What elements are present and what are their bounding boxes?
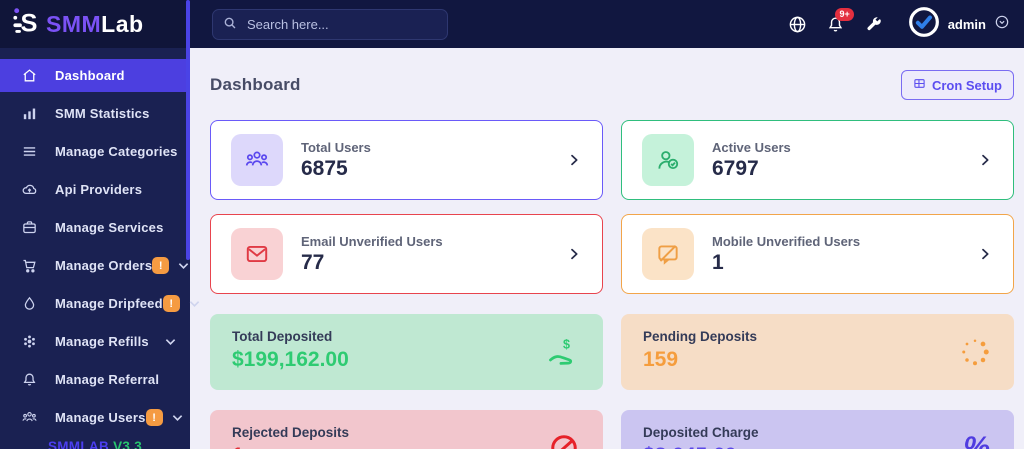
sidebar-item-manage-services[interactable]: Manage Services (0, 211, 190, 244)
smmlab-logo-icon: S (12, 5, 44, 44)
bell-icon (20, 371, 38, 388)
prohibition-icon (549, 433, 579, 449)
summary-label: Rejected Deposits (232, 425, 350, 440)
sidebar-item-label: Manage Refills (55, 334, 149, 349)
sidebar-item-manage-users[interactable]: Manage Users ! (0, 401, 190, 434)
hand-dollar-icon: $ (547, 337, 579, 367)
chevron-right-icon[interactable] (566, 152, 582, 168)
list-icon (20, 143, 38, 160)
tools-wrench-icon[interactable] (864, 15, 883, 34)
summary-label: Deposited Charge (643, 425, 759, 440)
alert-badge: ! (152, 257, 170, 274)
sidebar-item-manage-referral[interactable]: Manage Referral (0, 363, 190, 396)
user-check-icon (642, 134, 694, 186)
stat-value: 6797 (712, 156, 759, 180)
email-unverified-users-card[interactable]: Email Unverified Users 77 (210, 214, 603, 294)
chevron-down-icon (165, 333, 176, 351)
avatar (908, 6, 940, 43)
total-users-card[interactable]: Total Users 6875 (210, 120, 603, 200)
summary-label: Pending Deposits (643, 329, 758, 344)
cron-setup-button[interactable]: Cron Setup (900, 70, 1014, 100)
brand-logo[interactable]: S SMMLab (0, 0, 190, 48)
alert-badge: ! (145, 409, 163, 426)
stat-value: 1 (712, 250, 724, 274)
stat-label: Email Unverified Users (301, 233, 443, 249)
users-icon (20, 409, 38, 426)
summary-value: $8,045.60 (643, 444, 992, 449)
sidebar-item-manage-refills[interactable]: Manage Refills (0, 325, 190, 358)
sidebar-item-smm-statistics[interactable]: SMM Statistics (0, 97, 190, 130)
rejected-deposits-card: Rejected Deposits 1 (210, 410, 603, 449)
sidebar-item-label: SMM Statistics (55, 106, 150, 121)
search-input[interactable] (212, 8, 448, 40)
main-content: Dashboard Cron Setup Total Users 6875 Ac… (190, 48, 1024, 449)
envelope-icon (231, 228, 283, 280)
sidebar-item-label: Manage Orders (55, 258, 153, 273)
notifications-bell-icon[interactable]: 9+ (826, 7, 854, 34)
total-deposited-card: Total Deposited $199,162.00 $ (210, 314, 603, 390)
home-icon (20, 67, 38, 84)
sidebar-item-manage-categories[interactable]: Manage Categories (0, 135, 190, 168)
notification-count-badge: 9+ (835, 7, 854, 21)
sidebar-item-label: Api Providers (55, 182, 143, 197)
bar-chart-icon (20, 105, 38, 122)
cloud-icon (20, 181, 38, 198)
sidebar-item-label: Manage Categories (55, 144, 178, 159)
stat-label: Total Users (301, 139, 371, 155)
sidebar-item-api-providers[interactable]: Api Providers (0, 173, 190, 206)
active-users-card[interactable]: Active Users 6797 (621, 120, 1014, 200)
summary-value: 159 (643, 348, 679, 371)
sidebar-item-label: Dashboard (55, 68, 125, 83)
spinner-dots-icon (960, 337, 990, 367)
sidebar: Dashboard SMM Statistics Manage Categori… (0, 48, 199, 449)
version-label: SMMLAB V3.3 (47, 439, 143, 449)
sidebar-item-label: Manage Users (55, 410, 146, 425)
sidebar-item-manage-dripfeed[interactable]: Manage Dripfeed ! (0, 287, 199, 320)
grid-icon (913, 77, 926, 93)
topbar: S SMMLab 9+ admin (0, 0, 1024, 48)
svg-text:$: $ (563, 338, 570, 352)
alert-badge: ! (162, 295, 180, 312)
stat-value: 77 (301, 250, 325, 274)
mobile-unverified-users-card[interactable]: Mobile Unverified Users 1 (621, 214, 1014, 294)
sidebar-scrollbar[interactable] (186, 0, 190, 260)
user-dropdown-chevron-icon[interactable] (994, 14, 1010, 35)
briefcase-icon (20, 219, 38, 236)
gear-icon (20, 333, 38, 350)
chat-slash-icon (642, 228, 694, 280)
sidebar-item-label: Manage Services (55, 220, 164, 235)
droplet-icon (20, 295, 38, 312)
svg-text:S: S (20, 9, 37, 37)
deposited-charge-card: Deposited Charge $8,045.60 % (621, 410, 1014, 449)
stat-value: 6875 (301, 156, 348, 180)
chevron-right-icon[interactable] (566, 246, 582, 262)
summary-value: $199,162.00 (232, 348, 349, 371)
percent-icon: % (963, 431, 990, 449)
brand-name: SMMLab (46, 10, 144, 37)
chevron-down-icon (172, 409, 183, 427)
chevron-right-icon[interactable] (977, 152, 993, 168)
chevron-down-icon (189, 295, 200, 313)
pending-deposits-card: Pending Deposits 159 (621, 314, 1014, 390)
sidebar-item-manage-orders[interactable]: Manage Orders ! (0, 249, 190, 282)
cart-icon (20, 257, 38, 274)
sidebar-item-dashboard[interactable]: Dashboard (0, 59, 190, 92)
language-globe-icon[interactable] (788, 15, 807, 34)
summary-value: 1 (232, 444, 581, 449)
sidebar-item-label: Manage Referral (55, 372, 160, 387)
username-label: admin (947, 16, 986, 32)
summary-label: Total Deposited (232, 329, 333, 344)
users-group-icon (231, 134, 283, 186)
stat-label: Mobile Unverified Users (712, 233, 861, 249)
search-icon (223, 16, 237, 35)
stat-label: Active Users (712, 139, 791, 155)
chevron-right-icon[interactable] (977, 246, 993, 262)
page-title: Dashboard (210, 75, 301, 94)
sidebar-item-label: Manage Dripfeed (55, 296, 163, 311)
user-menu[interactable]: admin (908, 6, 1010, 43)
search-bar (212, 8, 448, 40)
